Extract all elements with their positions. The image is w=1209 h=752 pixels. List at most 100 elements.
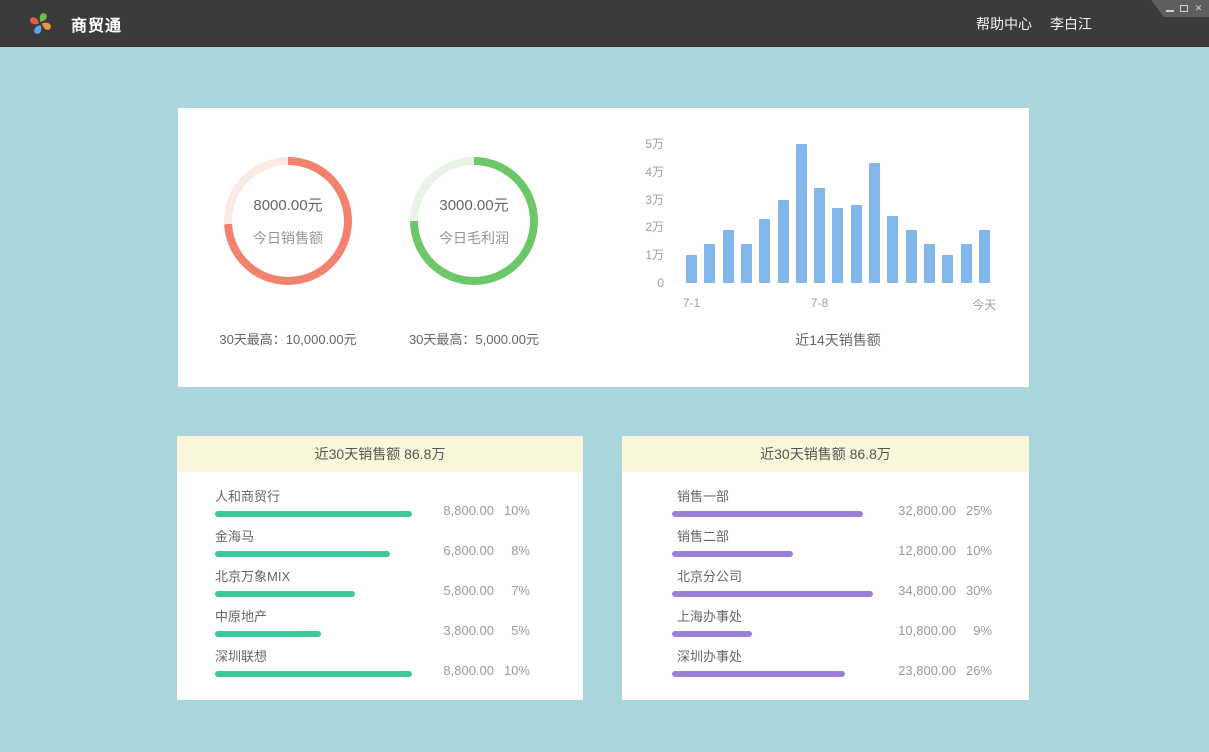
bar [924,244,935,283]
today-sales-value: 8000.00元 [253,194,322,215]
y-axis-tick: 4万 [638,165,664,179]
bar [887,216,898,283]
rank-item-label: 金海马 [215,529,530,544]
topbar-right: 帮助中心 李白江 [976,14,1092,34]
rank-item-percent: 30% [956,583,992,598]
rank-item-bar [215,631,321,637]
bar [723,230,734,283]
bar [961,244,972,283]
today-sales-donut-ring: 8000.00元 今日销售额 [224,157,352,285]
today-profit-label: 今日毛利润 [439,228,509,248]
profit-30day-max: 30天最高：5,000.00元 [364,329,584,348]
rank-row: 销售一部 32,800.0025% [672,489,992,517]
rank-item-percent: 10% [956,543,992,558]
rank-item-bar [672,591,873,597]
today-sales-label: 今日销售额 [253,228,323,248]
rank-item-bar [672,511,863,517]
rank-item-bar [215,511,412,517]
y-axis-tick: 2万 [638,220,664,234]
rank-item-bar [672,631,752,637]
rank-item-bar [215,671,412,677]
rank-item-amount: 3,800.00 [443,623,494,638]
rank-item-bar [215,591,355,597]
rank-item-bar [215,551,390,557]
bar-chart-title: 近14天销售额 [686,330,990,350]
customer-rank-list: 人和商贸行 8,800.0010% 金海马 6,800.008% 北京万象MIX… [177,472,583,677]
today-profit-value: 3000.00元 [439,194,508,215]
user-name-link[interactable]: 李白江 [1050,14,1092,34]
rank-item-percent: 9% [956,623,992,638]
today-profit-donut-block: 3000.00元 今日毛利润 30天最高：5,000.00元 [364,157,584,348]
bar [906,230,917,283]
rank-item-percent: 7% [494,583,530,598]
rank-row: 中原地产 3,800.005% [215,609,530,637]
rank-item-label: 深圳办事处 [677,649,992,664]
bar [869,163,880,283]
rank-item-amount: 10,800.00 [898,623,956,638]
bar [686,255,697,283]
app-title: 商贸通 [71,12,122,36]
y-axis-tick: 1万 [638,248,664,262]
rank-item-amount: 5,800.00 [443,583,494,598]
rank-item-label: 北京分公司 [677,569,992,584]
y-axis-tick: 0 [638,276,664,290]
help-center-link[interactable]: 帮助中心 [976,14,1032,34]
bar [796,144,807,283]
bar [759,219,770,283]
department-rank-card: 近30天销售额 86.8万 销售一部 32,800.0025% 销售二部 12,… [622,436,1029,700]
customer-rank-card: 近30天销售额 86.8万 人和商贸行 8,800.0010% 金海马 6,80… [177,436,583,700]
overview-card: 8000.00元 今日销售额 30天最高：10,000.00元 3000.00元… [178,108,1029,387]
rank-item-amount: 6,800.00 [443,543,494,558]
rank-item-label: 人和商贸行 [215,489,530,504]
bar [814,188,825,283]
rank-item-bar [672,671,845,677]
rank-item-label: 深圳联想 [215,649,530,664]
x-axis-tick: 7-8 [790,296,850,310]
rank-item-amount: 8,800.00 [443,503,494,518]
rank-row: 北京万象MIX 5,800.007% [215,569,530,597]
rank-row: 上海办事处 10,800.009% [672,609,992,637]
bar [704,244,715,283]
rank-row: 人和商贸行 8,800.0010% [215,489,530,517]
rank-item-label: 销售一部 [677,489,992,504]
rank-item-amount: 23,800.00 [898,663,956,678]
rank-item-percent: 8% [494,543,530,558]
bar [832,208,843,283]
minimize-icon[interactable] [1166,10,1174,12]
rank-item-label: 北京万象MIX [215,569,530,584]
close-icon[interactable]: ✕ [1194,3,1203,15]
rank-item-amount: 34,800.00 [898,583,956,598]
rank-row: 深圳办事处 23,800.0026% [672,649,992,677]
rank-item-bar [672,551,793,557]
rank-item-label: 中原地产 [215,609,530,624]
bar [778,200,789,283]
bar [979,230,990,283]
rank-item-percent: 25% [956,503,992,518]
topbar: 商贸通 帮助中心 李白江 ✕ [0,0,1209,47]
rank-item-amount: 32,800.00 [898,503,956,518]
x-axis-tick: 7-1 [662,296,722,310]
rank-item-label: 销售二部 [677,529,992,544]
rank-item-percent: 26% [956,663,992,678]
rank-row: 销售二部 12,800.0010% [672,529,992,557]
rank-item-percent: 5% [494,623,530,638]
app-logo-icon [27,10,54,37]
customer-rank-header: 近30天销售额 86.8万 [177,436,583,472]
bar [942,255,953,283]
rank-item-label: 上海办事处 [677,609,992,624]
y-axis-tick: 5万 [638,137,664,151]
donut-hole: 3000.00元 今日毛利润 [418,165,530,277]
rank-item-percent: 10% [494,503,530,518]
maximize-icon[interactable] [1180,5,1188,12]
bar [741,244,752,283]
rank-item-amount: 8,800.00 [443,663,494,678]
bar [851,205,862,283]
y-axis-tick: 3万 [638,193,664,207]
sales-14day-bar-chart: 近14天销售额 5万4万3万2万1万07-17-8今天 [638,136,1008,361]
department-rank-list: 销售一部 32,800.0025% 销售二部 12,800.0010% 北京分公… [622,472,1029,677]
rank-item-amount: 12,800.00 [898,543,956,558]
rank-row: 深圳联想 8,800.0010% [215,649,530,677]
today-profit-donut-ring: 3000.00元 今日毛利润 [410,157,538,285]
window-controls: ✕ [1151,0,1209,17]
rank-row: 北京分公司 34,800.0030% [672,569,992,597]
